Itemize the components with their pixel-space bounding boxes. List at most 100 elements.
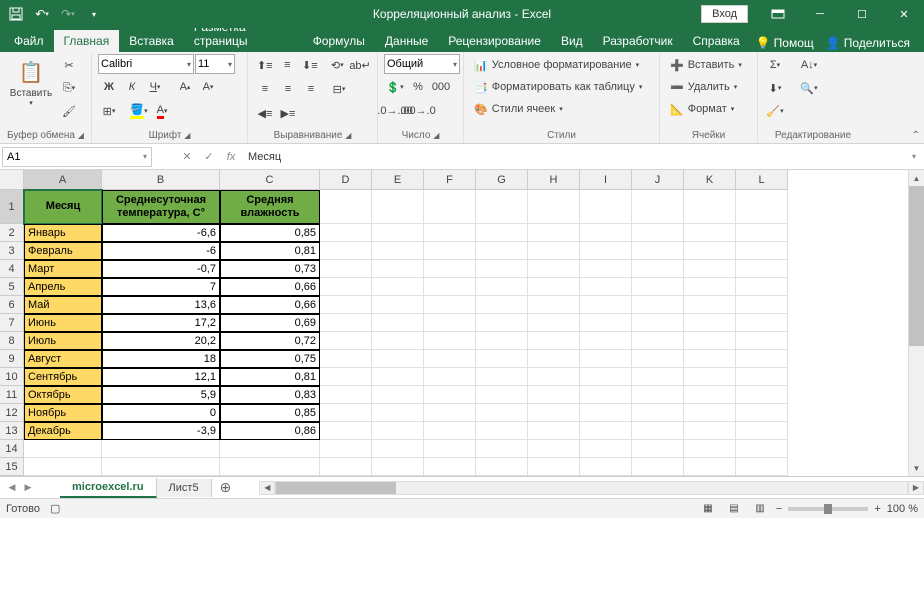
zoom-level[interactable]: 100 % — [887, 503, 918, 515]
vertical-scrollbar[interactable]: ▲ ▼ — [908, 170, 924, 476]
cell[interactable] — [736, 440, 788, 458]
cell[interactable] — [632, 278, 684, 296]
month-cell[interactable]: Март — [24, 260, 102, 278]
cell[interactable] — [580, 404, 632, 422]
cell[interactable] — [528, 278, 580, 296]
cell[interactable] — [632, 314, 684, 332]
cell[interactable] — [372, 278, 424, 296]
cell[interactable] — [372, 242, 424, 260]
minimize-icon[interactable]: ─ — [800, 0, 840, 28]
cell[interactable] — [684, 440, 736, 458]
sheet-nav-next-icon[interactable]: ▶ — [20, 480, 36, 496]
increase-font-icon[interactable]: A▴ — [174, 76, 196, 98]
cell[interactable] — [580, 260, 632, 278]
cell[interactable] — [476, 224, 528, 242]
cell[interactable] — [320, 332, 372, 350]
row-header[interactable]: 3 — [0, 242, 24, 260]
cell[interactable] — [632, 440, 684, 458]
cell[interactable] — [424, 350, 476, 368]
fx-icon[interactable]: fx — [220, 147, 242, 167]
name-box[interactable]: A1▾ — [2, 147, 152, 167]
temp-cell[interactable]: 13,6 — [102, 296, 220, 314]
cell[interactable] — [580, 440, 632, 458]
row-header[interactable]: 12 — [0, 404, 24, 422]
find-select-icon[interactable]: 🔍▾ — [794, 77, 824, 99]
cell[interactable] — [320, 368, 372, 386]
scroll-thumb[interactable] — [909, 186, 924, 346]
cell[interactable] — [528, 242, 580, 260]
cell[interactable] — [424, 404, 476, 422]
delete-cells-button[interactable]: ➖Удалить▾ — [666, 76, 751, 98]
cell[interactable] — [684, 260, 736, 278]
sheet-nav-prev-icon[interactable]: ◀ — [4, 480, 20, 496]
column-header[interactable]: B — [102, 170, 220, 190]
temp-cell[interactable]: -3,9 — [102, 422, 220, 440]
qat-customize-icon[interactable]: ▾ — [82, 2, 106, 26]
paste-button[interactable]: 📋 Вставить ▾ — [6, 54, 56, 109]
expand-formula-bar-icon[interactable]: ▾ — [904, 152, 924, 161]
header-cell-month[interactable]: Месяц — [24, 190, 102, 224]
cell[interactable] — [476, 458, 528, 476]
insert-cells-button[interactable]: ➕Вставить▾ — [666, 54, 751, 76]
cell[interactable] — [372, 368, 424, 386]
cell[interactable] — [736, 242, 788, 260]
cell[interactable] — [372, 458, 424, 476]
cell[interactable] — [736, 314, 788, 332]
tab-file[interactable]: Файл — [4, 30, 54, 52]
header-cell-humidity[interactable]: Средняявлажность — [220, 190, 320, 224]
cell[interactable] — [580, 190, 632, 224]
cell[interactable] — [476, 440, 528, 458]
cell[interactable] — [372, 386, 424, 404]
scroll-down-icon[interactable]: ▼ — [909, 460, 924, 476]
row-header[interactable]: 1 — [0, 190, 24, 224]
cell[interactable] — [528, 440, 580, 458]
column-header[interactable]: C — [220, 170, 320, 190]
cell[interactable] — [528, 190, 580, 224]
cell[interactable] — [684, 278, 736, 296]
close-icon[interactable]: ✕ — [884, 0, 924, 28]
month-cell[interactable]: Апрель — [24, 278, 102, 296]
humidity-cell[interactable]: 0,73 — [220, 260, 320, 278]
page-break-view-icon[interactable]: ▥ — [750, 501, 770, 517]
cell[interactable] — [476, 314, 528, 332]
cancel-formula-icon[interactable]: ✕ — [176, 147, 198, 167]
cell[interactable] — [424, 332, 476, 350]
cell[interactable] — [372, 296, 424, 314]
cell[interactable] — [684, 190, 736, 224]
select-all-corner[interactable] — [0, 170, 24, 190]
column-header[interactable]: I — [580, 170, 632, 190]
cell[interactable] — [632, 224, 684, 242]
month-cell[interactable]: Февраль — [24, 242, 102, 260]
cell[interactable] — [220, 458, 320, 476]
row-header[interactable]: 11 — [0, 386, 24, 404]
collapse-ribbon-icon[interactable]: ⌃ — [912, 130, 920, 141]
cell[interactable] — [528, 314, 580, 332]
cell[interactable] — [24, 440, 102, 458]
maximize-icon[interactable]: ☐ — [842, 0, 882, 28]
cell[interactable] — [320, 404, 372, 422]
cell[interactable] — [102, 458, 220, 476]
row-header[interactable]: 14 — [0, 440, 24, 458]
humidity-cell[interactable]: 0,66 — [220, 296, 320, 314]
row-header[interactable]: 13 — [0, 422, 24, 440]
cell[interactable] — [424, 386, 476, 404]
cell[interactable] — [528, 332, 580, 350]
cell[interactable] — [632, 260, 684, 278]
cell[interactable] — [528, 224, 580, 242]
cell[interactable] — [632, 422, 684, 440]
temp-cell[interactable]: -6 — [102, 242, 220, 260]
column-header[interactable]: G — [476, 170, 528, 190]
cell[interactable] — [580, 296, 632, 314]
cell[interactable] — [320, 224, 372, 242]
cell[interactable] — [632, 386, 684, 404]
cell[interactable] — [684, 422, 736, 440]
humidity-cell[interactable]: 0,69 — [220, 314, 320, 332]
row-header[interactable]: 6 — [0, 296, 24, 314]
share-button[interactable]: 👤Поделиться — [820, 34, 916, 52]
header-cell-temp[interactable]: Среднесуточнаятемпература, С° — [102, 190, 220, 224]
zoom-thumb[interactable] — [824, 504, 832, 514]
scroll-up-icon[interactable]: ▲ — [909, 170, 924, 186]
cell[interactable] — [736, 278, 788, 296]
humidity-cell[interactable]: 0,72 — [220, 332, 320, 350]
scroll-left-icon[interactable]: ◀ — [259, 481, 275, 495]
